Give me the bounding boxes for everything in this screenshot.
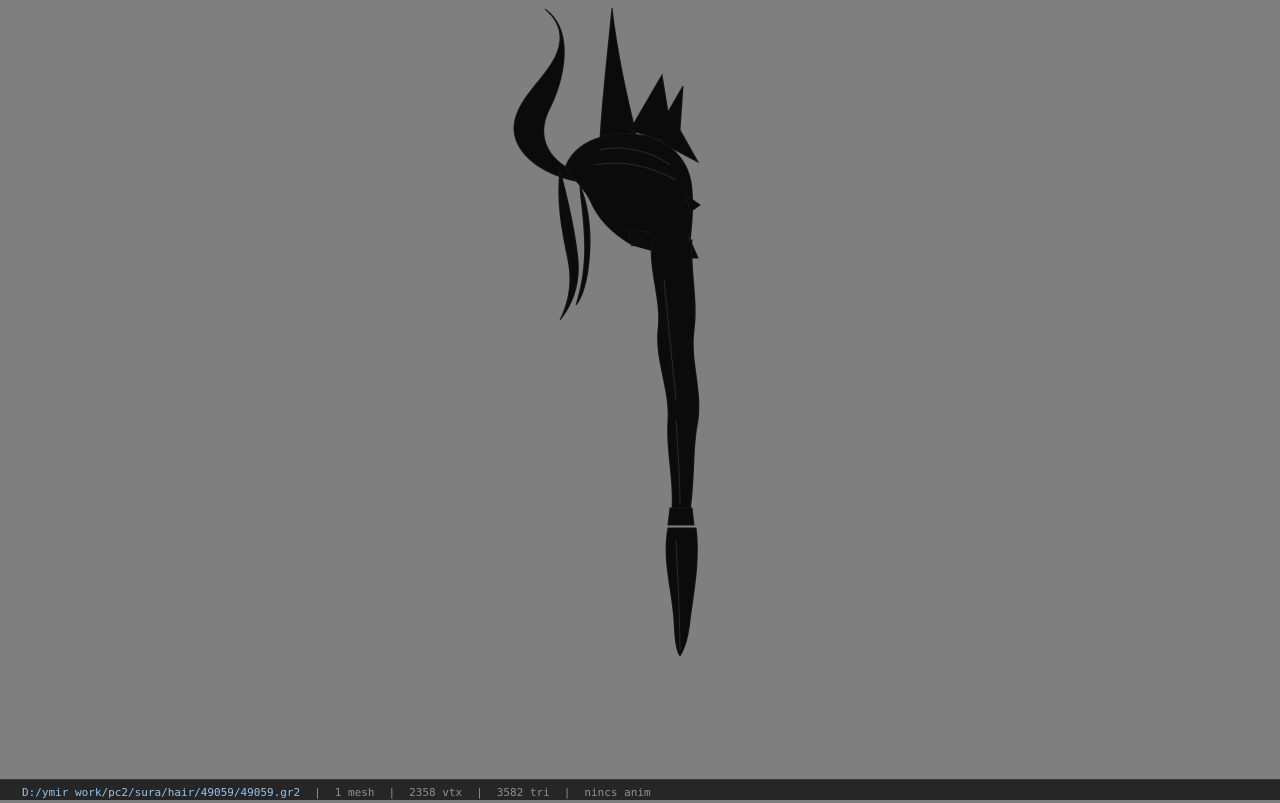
left-lock (558, 169, 579, 321)
separator: | (388, 786, 396, 799)
tassel (665, 527, 698, 657)
separator: | (314, 786, 321, 799)
animation-status: nincs anim (584, 786, 651, 799)
braid (650, 239, 700, 511)
3d-viewport[interactable] (0, 0, 1280, 779)
triangle-count: 3582 tri (496, 786, 550, 799)
separator: | (476, 786, 483, 799)
mesh-count: 1 mesh (334, 786, 375, 799)
vertex-count: 2358 vtx (409, 786, 463, 799)
status-bar: D:/ymir work/pc2/sura/hair/49059/49059.g… (0, 779, 1280, 800)
left-horn (513, 8, 581, 183)
hair-model-render (513, 7, 701, 657)
separator: | (563, 786, 571, 799)
file-path: D:/ymir work/pc2/sura/hair/49059/49059.g… (22, 786, 301, 799)
